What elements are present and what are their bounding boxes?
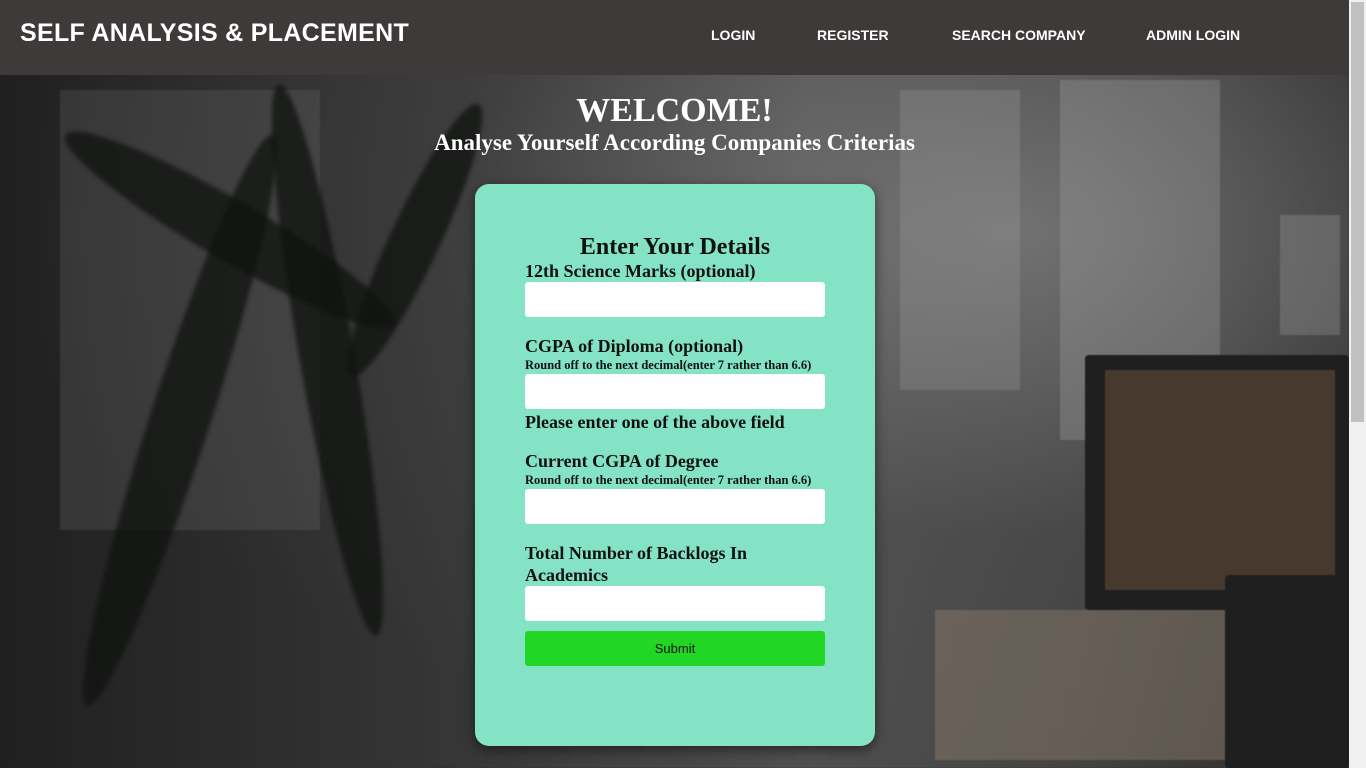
field-label-degree-cgpa: Current CGPA of Degree — [525, 451, 719, 471]
top-navbar: SELF ANALYSIS & PLACEMENT LOGIN REGISTER… — [0, 0, 1349, 75]
form-note: Please enter one of the above field — [525, 412, 785, 432]
details-form: Enter Your Details 12th Science Marks (o… — [525, 234, 825, 666]
details-form-card: Enter Your Details 12th Science Marks (o… — [475, 184, 875, 746]
scrollbar-thumb[interactable] — [1351, 2, 1364, 422]
field-hint-diploma-cgpa: Round off to the next decimal(enter 7 ra… — [525, 358, 812, 372]
diploma-cgpa-input[interactable] — [525, 374, 825, 409]
page-scrollbar[interactable] — [1349, 0, 1366, 768]
nav-search-company-link[interactable]: SEARCH COMPANY — [952, 27, 1086, 43]
field-label-backlogs: Total Number of Backlogs In Academics — [525, 543, 748, 585]
field-label-12th-marks: 12th Science Marks (optional) — [525, 261, 756, 281]
form-title: Enter Your Details — [579, 234, 771, 260]
field-hint-degree-cgpa: Round off to the next decimal(enter 7 ra… — [525, 473, 812, 487]
nav-register-link[interactable]: REGISTER — [817, 27, 889, 43]
backlogs-input[interactable] — [525, 586, 825, 621]
field-label-diploma-cgpa: CGPA of Diploma (optional) — [525, 336, 744, 356]
nav-login-link[interactable]: LOGIN — [711, 27, 755, 43]
hero-title: WELCOME! — [576, 92, 773, 129]
degree-cgpa-input[interactable] — [525, 489, 825, 524]
hero: WELCOME! Analyse Yourself According Comp… — [0, 92, 1349, 156]
hero-subtitle: Analyse Yourself According Companies Cri… — [434, 130, 915, 155]
submit-button[interactable]: Submit — [525, 631, 825, 666]
nav-admin-login-link[interactable]: ADMIN LOGIN — [1146, 27, 1240, 43]
12th-marks-input[interactable] — [525, 282, 825, 317]
site-brand[interactable]: SELF ANALYSIS & PLACEMENT — [20, 19, 409, 48]
